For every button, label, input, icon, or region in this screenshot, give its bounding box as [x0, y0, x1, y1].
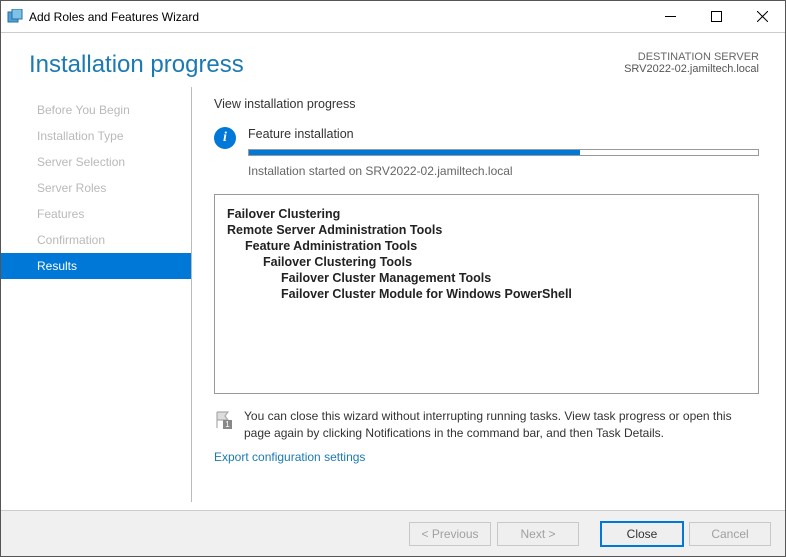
feature-item: Failover Cluster Management Tools: [281, 271, 746, 285]
sidebar-item-results[interactable]: Results: [1, 253, 191, 279]
previous-button: < Previous: [409, 522, 491, 546]
sidebar-item-confirmation: Confirmation: [1, 227, 191, 253]
sidebar-item-installation-type: Installation Type: [1, 123, 191, 149]
feature-item: Failover Clustering: [227, 207, 746, 221]
sidebar-item-before-you-begin: Before You Begin: [1, 97, 191, 123]
window-title: Add Roles and Features Wizard: [29, 10, 647, 24]
next-button: Next >: [497, 522, 579, 546]
main-panel: View installation progress i Feature ins…: [191, 87, 785, 502]
window-controls: [647, 1, 785, 33]
feature-item: Feature Administration Tools: [245, 239, 746, 253]
section-title: View installation progress: [214, 97, 759, 111]
maximize-button[interactable]: [693, 1, 739, 33]
flag-icon: 1: [214, 410, 234, 430]
feature-item: Failover Cluster Module for Windows Powe…: [281, 287, 746, 301]
content: Before You BeginInstallation TypeServer …: [1, 87, 785, 502]
destination-value: SRV2022-02.jamiltech.local: [624, 63, 759, 75]
cancel-button: Cancel: [689, 522, 771, 546]
export-link[interactable]: Export configuration settings: [214, 450, 759, 464]
feature-label: Feature installation: [248, 127, 759, 141]
titlebar: Add Roles and Features Wizard: [1, 1, 785, 33]
progress-fill: [249, 150, 580, 155]
svg-text:1: 1: [225, 420, 230, 429]
feature-item: Remote Server Administration Tools: [227, 223, 746, 237]
app-icon: [7, 9, 23, 25]
sidebar-item-features: Features: [1, 201, 191, 227]
note-text: You can close this wizard without interr…: [244, 408, 759, 442]
progress-message: Installation started on SRV2022-02.jamil…: [248, 164, 759, 178]
progress-block: Feature installation Installation starte…: [248, 127, 759, 178]
feature-item: Failover Clustering Tools: [263, 255, 746, 269]
sidebar-item-server-roles: Server Roles: [1, 175, 191, 201]
destination-label: DESTINATION SERVER: [624, 51, 759, 63]
destination-info: DESTINATION SERVER SRV2022-02.jamiltech.…: [624, 51, 759, 79]
header: Installation progress DESTINATION SERVER…: [1, 33, 785, 87]
minimize-button[interactable]: [647, 1, 693, 33]
feature-list: Failover Clustering Remote Server Adminis…: [214, 194, 759, 394]
sidebar-item-server-selection: Server Selection: [1, 149, 191, 175]
progress-bar: [248, 149, 759, 156]
close-wizard-button[interactable]: Close: [601, 522, 683, 546]
info-icon: i: [214, 127, 236, 149]
note-row: 1 You can close this wizard without inte…: [214, 408, 759, 442]
progress-row: i Feature installation Installation star…: [214, 127, 759, 178]
page-title: Installation progress: [29, 51, 244, 79]
sidebar: Before You BeginInstallation TypeServer …: [1, 87, 191, 502]
footer: < Previous Next > Close Cancel: [1, 510, 785, 556]
close-button[interactable]: [739, 1, 785, 33]
